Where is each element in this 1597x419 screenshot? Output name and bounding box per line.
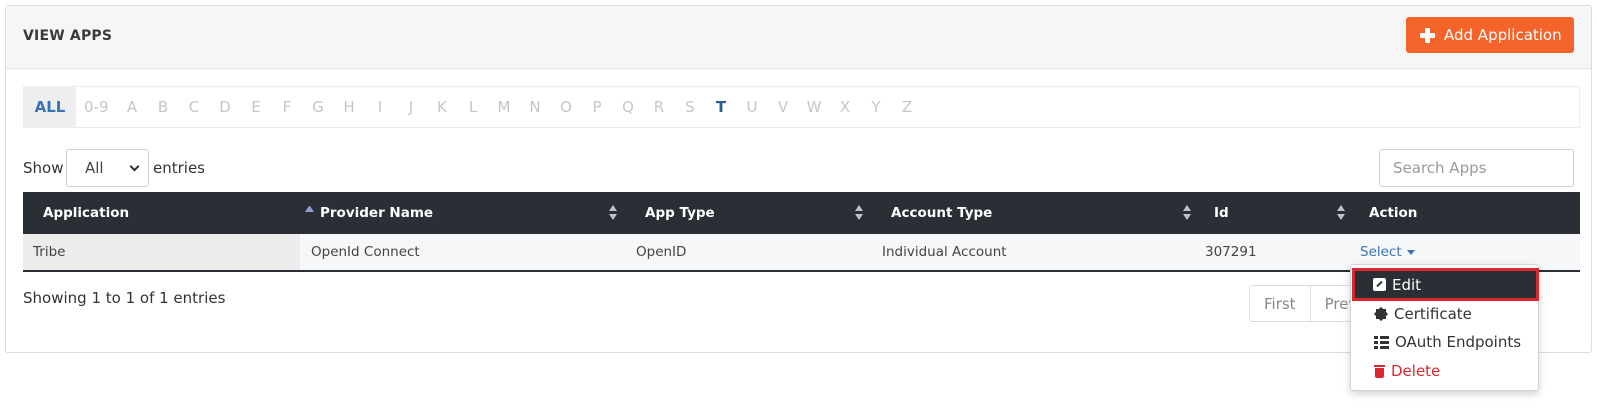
column-header-application[interactable]: Application — [43, 192, 314, 234]
chevron-down-icon — [129, 161, 140, 172]
action-select-label: Select — [1360, 244, 1402, 260]
menu-item-label: Edit — [1392, 275, 1422, 294]
cell-id: 307291 — [1205, 244, 1257, 260]
table-header: Application Provider Name App Type Accou… — [23, 192, 1580, 234]
cell-provider-name: OpenId Connect — [311, 244, 420, 260]
pager-first-button[interactable]: First — [1250, 286, 1311, 321]
alphabet-filter-h[interactable]: H — [334, 87, 365, 127]
trash-icon — [1374, 364, 1385, 378]
menu-item-delete[interactable]: Delete — [1354, 357, 1537, 385]
add-application-label: Add Application — [1444, 26, 1562, 44]
alphabet-filter-g[interactable]: G — [303, 87, 334, 127]
alphabet-filter-q[interactable]: Q — [613, 87, 644, 127]
alphabet-filter-r[interactable]: R — [644, 87, 675, 127]
menu-item-label: Certificate — [1394, 305, 1472, 323]
menu-item-label: Delete — [1391, 362, 1441, 380]
alphabet-filter-c[interactable]: C — [179, 87, 210, 127]
panel-header: VIEW APPS Add Application — [6, 6, 1591, 69]
sort-icon — [1337, 205, 1346, 221]
alphabet-filter-all[interactable]: ALL — [24, 87, 76, 127]
sort-ascending-icon — [305, 205, 314, 212]
entries-select[interactable]: All — [66, 149, 149, 187]
column-label: Action — [1369, 205, 1418, 221]
show-label: Show — [23, 159, 64, 177]
alphabet-filter-i[interactable]: I — [365, 87, 396, 127]
page-title: VIEW APPS — [23, 28, 113, 44]
entries-label: entries — [153, 159, 205, 177]
column-header-id[interactable]: Id — [1214, 192, 1349, 234]
alphabet-filter-w[interactable]: W — [799, 87, 830, 127]
alphabet-filter-b[interactable]: B — [148, 87, 179, 127]
column-header-action: Action — [1369, 192, 1519, 234]
menu-item-oauth-endpoints[interactable]: OAuth Endpoints — [1354, 328, 1537, 356]
column-header-app-type[interactable]: App Type — [645, 192, 883, 234]
alphabet-filter-0-9[interactable]: 0-9 — [76, 87, 117, 127]
column-header-provider-name[interactable]: Provider Name — [320, 192, 638, 234]
alphabet-filter-m[interactable]: M — [489, 87, 520, 127]
alphabet-filter-p[interactable]: P — [582, 87, 613, 127]
table-row: Tribe OpenId Connect OpenID Individual A… — [23, 234, 1580, 272]
certificate-icon — [1374, 307, 1388, 321]
caret-down-icon — [1406, 249, 1415, 255]
alphabet-filter-s[interactable]: S — [675, 87, 706, 127]
menu-item-label: OAuth Endpoints — [1395, 333, 1522, 351]
alphabet-filter-x[interactable]: X — [830, 87, 861, 127]
alphabet-filter-o[interactable]: O — [551, 87, 582, 127]
alphabet-filter-u[interactable]: U — [737, 87, 768, 127]
sort-icon — [855, 205, 864, 221]
alphabet-filter-y[interactable]: Y — [861, 87, 892, 127]
column-header-account-type[interactable]: Account Type — [891, 192, 1201, 234]
action-dropdown-menu: Edit Certificate OAuth Endpoints Delete — [1350, 264, 1539, 391]
alphabet-filter-z[interactable]: Z — [892, 87, 923, 127]
alphabet-filter-v[interactable]: V — [768, 87, 799, 127]
sort-icon — [609, 205, 618, 221]
menu-item-edit[interactable]: Edit — [1352, 268, 1539, 301]
alphabet-filter-t[interactable]: T — [706, 87, 737, 127]
alphabet-filter: ALL 0-9 A B C D E F G H I J K L M N O P Q R S T U V W X Y Z — [23, 86, 1580, 128]
alphabet-filter-k[interactable]: K — [427, 87, 458, 127]
alphabet-filter-n[interactable]: N — [520, 87, 551, 127]
alphabet-filter-d[interactable]: D — [210, 87, 241, 127]
entries-select-value: All — [85, 159, 104, 177]
column-label: App Type — [645, 205, 715, 221]
column-label: Provider Name — [320, 205, 434, 221]
alphabet-filter-j[interactable]: J — [396, 87, 427, 127]
edit-icon — [1373, 278, 1386, 291]
sort-icon — [1183, 205, 1192, 221]
action-select-button[interactable]: Select — [1360, 244, 1415, 260]
cell-application: Tribe — [23, 234, 300, 270]
alphabet-filter-a[interactable]: A — [117, 87, 148, 127]
list-icon — [1374, 335, 1389, 349]
plus-icon — [1420, 27, 1435, 43]
alphabet-filter-e[interactable]: E — [241, 87, 272, 127]
table-info: Showing 1 to 1 of 1 entries — [23, 289, 226, 307]
column-label: Application — [43, 205, 130, 221]
cell-app-type: OpenID — [636, 244, 687, 260]
alphabet-filter-f[interactable]: F — [272, 87, 303, 127]
menu-item-certificate[interactable]: Certificate — [1354, 300, 1537, 328]
column-label: Id — [1214, 205, 1229, 221]
cell-account-type: Individual Account — [882, 244, 1007, 260]
alphabet-filter-l[interactable]: L — [458, 87, 489, 127]
add-application-button[interactable]: Add Application — [1406, 17, 1574, 53]
column-label: Account Type — [891, 205, 993, 221]
search-input[interactable] — [1379, 149, 1574, 187]
